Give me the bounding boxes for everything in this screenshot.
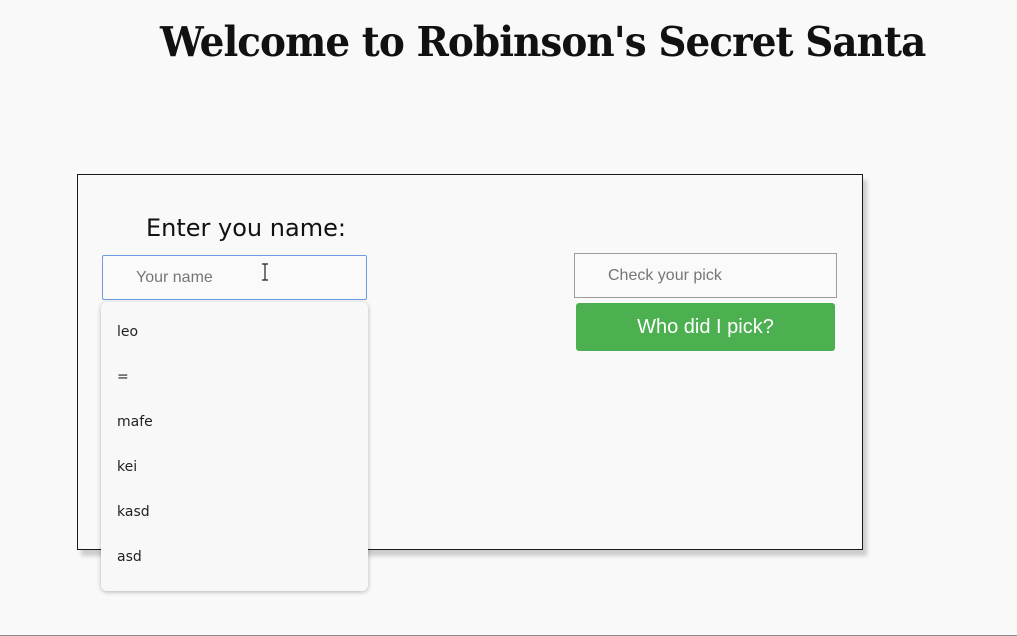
autocomplete-item[interactable]: leo	[101, 310, 368, 355]
autocomplete-item[interactable]: kasd	[101, 490, 368, 535]
check-pick-input[interactable]	[574, 253, 837, 298]
name-input[interactable]	[102, 255, 367, 300]
page-title: Welcome to Robinson's Secret Santa	[160, 18, 926, 66]
autocomplete-item[interactable]: mafe	[101, 400, 368, 445]
autocomplete-item[interactable]: asd	[101, 535, 368, 580]
page: Welcome to Robinson's Secret Santa Enter…	[0, 0, 1017, 636]
text-cursor-icon	[262, 263, 268, 281]
autocomplete-item[interactable]: =	[101, 355, 368, 400]
who-did-i-pick-button[interactable]: Who did I pick?	[576, 303, 835, 351]
autocomplete-item[interactable]: kei	[101, 445, 368, 490]
name-autocomplete-dropdown: leo = mafe kei kasd asd	[101, 302, 368, 591]
name-label: Enter you name:	[146, 214, 346, 242]
